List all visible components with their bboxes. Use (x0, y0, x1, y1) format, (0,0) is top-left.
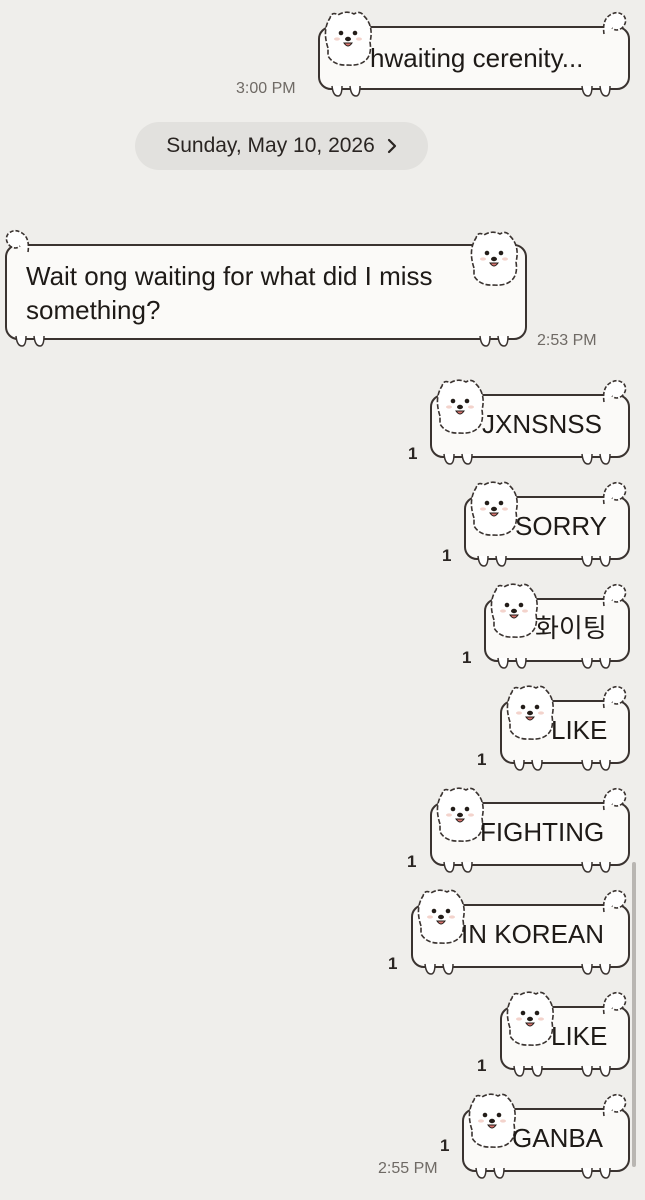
scrollbar[interactable] (632, 862, 636, 1167)
unread-count: 1 (388, 954, 398, 973)
dog-tail-icon (600, 1092, 628, 1120)
message-text: JXNSNSS (482, 409, 602, 439)
dog-feet-icon (580, 1064, 620, 1078)
message-text: GANBA (512, 1123, 604, 1153)
pomeranian-dog-icon (434, 784, 486, 844)
dog-tail-icon (600, 10, 628, 38)
dog-tail-icon (600, 378, 628, 406)
message-text: LIKE (551, 1021, 608, 1051)
message-text: SORRY (515, 511, 607, 541)
dog-feet-icon (474, 1166, 514, 1180)
message-text: LIKE (551, 715, 608, 745)
dog-feet-icon (580, 84, 620, 98)
dog-tail-icon (600, 582, 628, 610)
pomeranian-dog-icon (434, 376, 486, 436)
pomeranian-dog-icon (488, 580, 540, 640)
message-text: 화이팅 (535, 613, 607, 643)
dog-feet-icon (580, 1166, 620, 1180)
unread-count: 1 (477, 1056, 487, 1075)
chevron-right-icon (387, 138, 396, 154)
dog-tail-icon (4, 228, 32, 256)
dog-feet-icon (580, 554, 620, 568)
pomeranian-dog-icon (466, 1090, 518, 1150)
dog-feet-icon (580, 860, 620, 874)
dog-feet-icon (442, 452, 482, 466)
pomeranian-dog-icon (504, 682, 556, 742)
dog-feet-icon (423, 962, 463, 976)
pomeranian-dog-icon (468, 478, 520, 538)
unread-count: 1 (440, 1136, 450, 1155)
message-timestamp: 2:55 PM (378, 1160, 438, 1177)
unread-count: 1 (407, 852, 417, 871)
date-divider[interactable]: Sunday, May 10, 2026 (135, 122, 428, 170)
dog-tail-icon (600, 480, 628, 508)
message-text-line-1: Wait ong waiting for what did I miss (26, 261, 433, 291)
dog-tail-icon (600, 684, 628, 712)
dog-tail-icon (600, 888, 628, 916)
message-timestamp: 3:00 PM (236, 80, 296, 97)
dog-feet-icon (512, 758, 552, 772)
dog-feet-icon (580, 758, 620, 772)
pomeranian-dog-icon (322, 8, 374, 68)
pomeranian-dog-icon (468, 228, 520, 288)
unread-count: 1 (408, 444, 418, 463)
dog-feet-icon (14, 334, 54, 348)
dog-feet-icon (442, 860, 482, 874)
dog-feet-icon (478, 334, 518, 348)
dog-feet-icon (580, 962, 620, 976)
message-bubble-received[interactable] (5, 244, 527, 340)
unread-count: 1 (477, 750, 487, 769)
pomeranian-dog-icon (415, 886, 467, 946)
unread-count: 1 (462, 648, 472, 667)
dog-feet-icon (496, 656, 536, 670)
dog-feet-icon (580, 656, 620, 670)
message-timestamp: 2:53 PM (537, 332, 597, 349)
message-text-line-2: something? (26, 295, 161, 325)
pomeranian-dog-icon (504, 988, 556, 1048)
date-divider-label: Sunday, May 10, 2026 (166, 134, 375, 157)
message-text: hwaiting cerenity... (370, 43, 584, 73)
message-text: IN KOREAN (461, 919, 605, 949)
dog-tail-icon (600, 786, 628, 814)
message-text: FIGHTING (480, 817, 605, 847)
dog-feet-icon (580, 452, 620, 466)
dog-feet-icon (476, 554, 516, 568)
dog-tail-icon (600, 990, 628, 1018)
dog-feet-icon (330, 84, 370, 98)
unread-count: 1 (442, 546, 452, 565)
dog-feet-icon (512, 1064, 552, 1078)
